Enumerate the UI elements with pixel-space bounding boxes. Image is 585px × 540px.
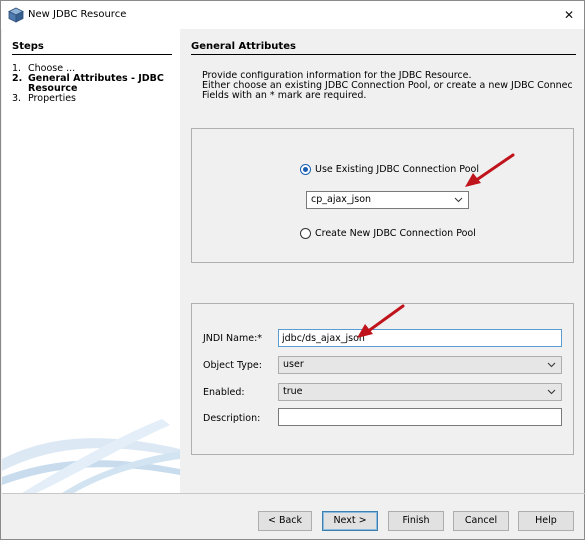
radio-unselected-icon bbox=[300, 228, 311, 239]
finish-button[interactable]: Finish bbox=[388, 511, 444, 531]
intro-line: Fields with an * mark are required. bbox=[202, 90, 367, 101]
steps-heading: Steps bbox=[12, 41, 172, 55]
object-type-select[interactable]: user bbox=[278, 356, 562, 374]
dialog-window: New JDBC Resource ✕ Steps 1. Choose ... … bbox=[0, 0, 585, 540]
help-button[interactable]: Help bbox=[518, 511, 574, 531]
footer-separator bbox=[2, 493, 585, 494]
description-label: Description: bbox=[203, 413, 261, 424]
object-type-value: user bbox=[283, 359, 304, 370]
create-new-pool-radio[interactable]: Create New JDBC Connection Pool bbox=[300, 228, 476, 239]
close-button[interactable]: ✕ bbox=[554, 1, 584, 29]
description-input[interactable] bbox=[278, 408, 562, 426]
chevron-down-icon bbox=[454, 197, 463, 203]
chevron-down-icon bbox=[547, 362, 556, 368]
enabled-label: Enabled: bbox=[203, 387, 245, 398]
chevron-down-icon bbox=[547, 389, 556, 395]
use-existing-pool-label: Use Existing JDBC Connection Pool bbox=[315, 164, 479, 175]
attributes-panel bbox=[191, 303, 574, 455]
back-button[interactable]: < Back bbox=[258, 511, 312, 531]
use-existing-pool-radio[interactable]: Use Existing JDBC Connection Pool bbox=[300, 164, 479, 175]
window-title: New JDBC Resource bbox=[28, 9, 127, 20]
step-number: 2. bbox=[12, 73, 23, 84]
app-cube-icon bbox=[8, 7, 24, 23]
jndi-name-label: JNDI Name:* bbox=[203, 333, 263, 344]
jndi-name-input[interactable] bbox=[278, 329, 562, 347]
enabled-value: true bbox=[283, 386, 303, 397]
section-heading: General Attributes bbox=[191, 41, 576, 55]
step-label: General Attributes - JDBC Resource bbox=[28, 73, 164, 94]
cancel-button[interactable]: Cancel bbox=[453, 511, 509, 531]
connection-pool-select[interactable]: cp_ajax_json bbox=[306, 191, 469, 209]
intro-text: Provide configuration information for th… bbox=[202, 71, 572, 101]
title-bar: New JDBC Resource ✕ bbox=[1, 1, 584, 29]
close-icon: ✕ bbox=[563, 8, 575, 22]
step-item-current: 2. General Attributes - JDBC Resource bbox=[12, 74, 177, 94]
enabled-select[interactable]: true bbox=[278, 383, 562, 401]
steps-panel: Steps 1. Choose ... 2. General Attribute… bbox=[2, 29, 180, 493]
step-number: 3. bbox=[12, 93, 22, 104]
step-label: Properties bbox=[28, 93, 77, 104]
steps-list: 1. Choose ... 2. General Attributes - JD… bbox=[12, 64, 177, 104]
next-button[interactable]: Next > bbox=[322, 511, 378, 531]
decorative-wizard-art bbox=[2, 419, 180, 493]
create-new-pool-label: Create New JDBC Connection Pool bbox=[315, 228, 476, 239]
radio-selected-icon bbox=[300, 164, 311, 175]
connection-pool-value: cp_ajax_json bbox=[311, 194, 372, 205]
object-type-label: Object Type: bbox=[203, 360, 262, 371]
step-item: 3. Properties bbox=[12, 94, 177, 104]
